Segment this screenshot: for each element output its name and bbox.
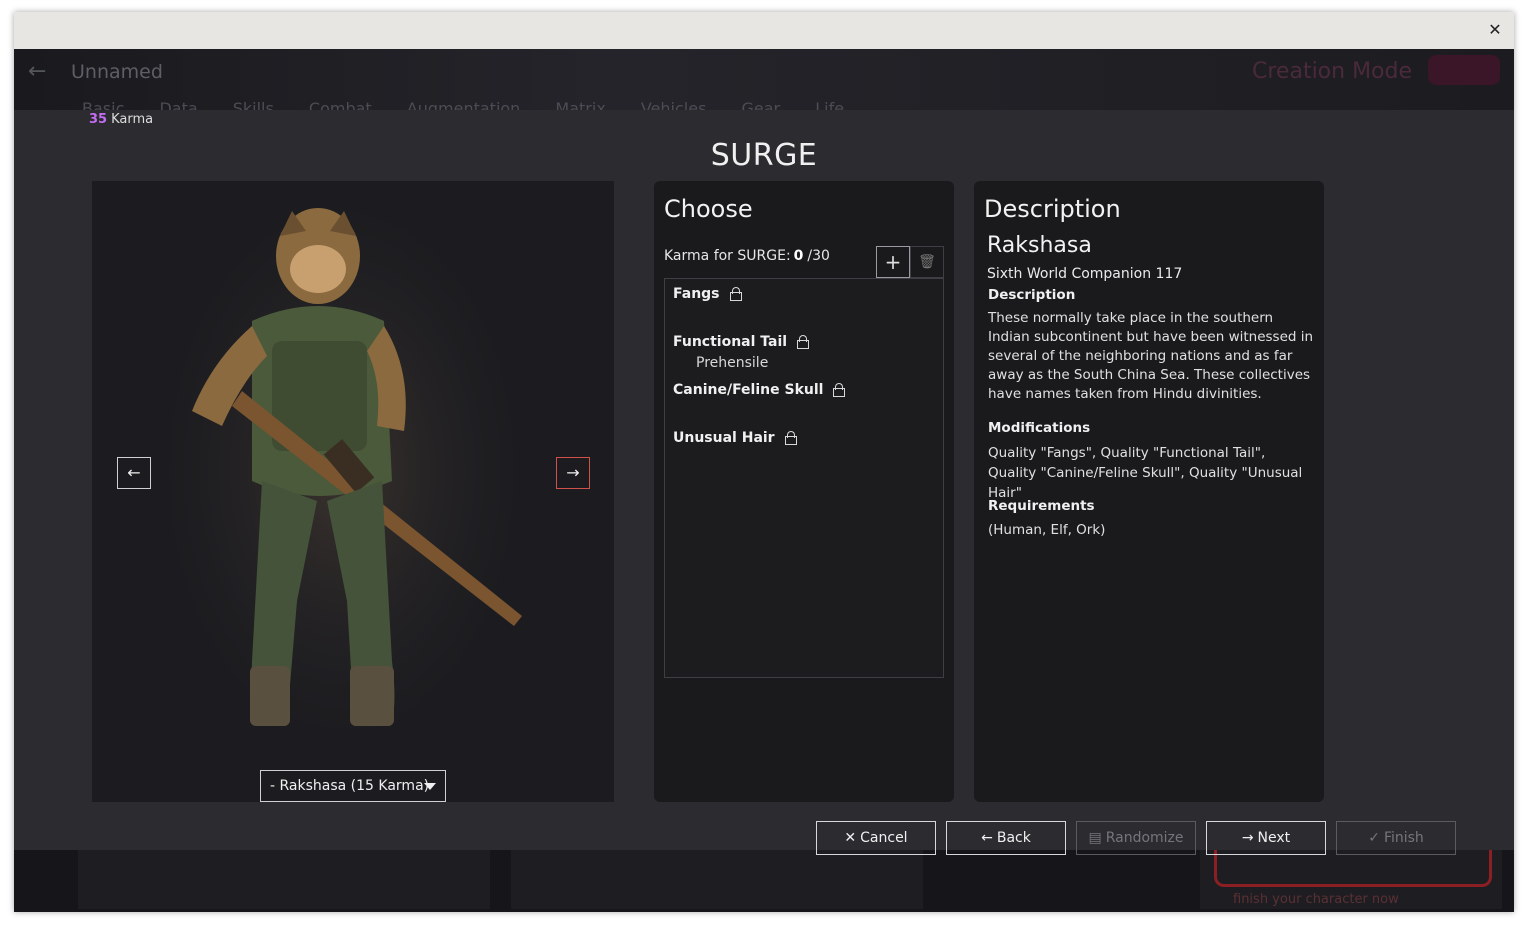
back-label: Back [996,830,1031,846]
cancel-button[interactable]: ✕ Cancel [816,821,936,855]
description-text: These normally take place in the souther… [988,310,1314,402]
randomize-label: Randomize [1105,830,1184,846]
variant-dropdown-value: - Rakshasa (15 Karma) [270,778,430,794]
quality-name: Canine/Feline Skull [673,382,824,398]
delete-quality-button[interactable]: 🗑 [910,246,944,278]
description-heading: Description [984,195,1121,223]
plus-icon: + [884,250,902,274]
trash-icon: 🗑 [918,254,936,270]
list-item[interactable]: Functional Tail [673,334,810,350]
next-variant-button[interactable]: → [556,457,590,489]
quality-list: Fangs Functional Tail Prehensile Canine/… [664,278,944,678]
lock-icon [729,287,742,301]
title-bar: ✕ [14,12,1514,49]
next-label: Next [1257,830,1291,846]
list-item[interactable]: Unusual Hair [673,430,797,446]
karma-value: 35 [89,112,108,127]
previous-variant-button[interactable]: ← [117,457,151,489]
randomize-button[interactable]: ▤ Randomize [1076,821,1196,855]
background-warning-text: finish your character now [1233,892,1399,907]
quality-option: Prehensile [696,355,769,371]
creation-mode-label: Creation Mode [1252,59,1413,84]
modifications-label: Modifications [988,420,1091,436]
lock-icon [784,431,797,445]
karma-counter: 35 Karma [89,112,153,127]
check-icon: ✓ [1368,830,1380,846]
requirements-text: (Human, Elf, Ork) [988,522,1106,538]
dice-icon: ▤ [1088,830,1102,846]
karma-max: /30 [807,248,830,264]
arrow-left-icon: ← [127,463,141,482]
back-arrow-icon: ← [28,59,47,84]
next-button[interactable]: → Next [1206,821,1326,855]
quality-name: Functional Tail [673,334,788,350]
arrow-right-icon: → [566,463,580,482]
metatype-image-panel: ← → - Rakshasa (15 Karma) [92,181,614,802]
background-card [511,849,923,909]
lock-icon [797,335,810,349]
character-name: Unnamed [71,61,163,83]
back-button[interactable]: ← Back [946,821,1066,855]
background-header: ← Unnamed Creation Mode Basic Data Skill… [14,49,1514,118]
choose-heading: Choose [664,195,753,223]
finish-button[interactable]: ✓ Finish [1336,821,1456,855]
description-panel: Description Rakshasa Sixth World Compani… [974,181,1324,802]
rakshasa-portrait [142,181,542,771]
quality-name: Fangs [673,286,720,302]
background-card [78,849,490,909]
add-quality-button[interactable]: + [876,246,910,278]
cancel-label: Cancel [860,830,908,846]
variant-dropdown[interactable]: - Rakshasa (15 Karma) [260,770,446,802]
source-reference: Sixth World Companion 117 [987,266,1183,282]
close-icon: ✕ [844,830,857,846]
karma-for-surge: Karma for SURGE: 0/30 [664,248,830,264]
metavariant-name: Rakshasa [987,233,1092,258]
chevron-down-icon [424,783,436,790]
mode-badge [1428,55,1500,85]
quality-name: Unusual Hair [673,430,775,446]
arrow-left-icon: ← [981,830,993,846]
arrow-right-icon: → [1241,830,1254,846]
app-window: ✕ ← Unnamed Creation Mode Basic Data Ski… [14,12,1514,912]
karma-label: Karma [111,112,154,127]
dialog-title: SURGE [710,138,818,173]
karma-for-surge-label: Karma for SURGE: [664,248,791,264]
karma-spent: 0 [793,248,804,264]
window-close-button[interactable]: ✕ [1486,21,1504,39]
lock-icon [833,383,846,397]
choose-panel: Choose Karma for SURGE: 0/30 + 🗑 Fangs Fu… [654,181,954,802]
description-label: Description [988,287,1076,303]
list-item[interactable]: Fangs [673,286,742,302]
modifications-text: Quality "Fangs", Quality "Functional Tai… [988,445,1303,501]
finish-label: Finish [1383,830,1424,846]
requirements-label: Requirements [988,498,1095,514]
list-item[interactable]: Canine/Feline Skull [673,382,846,398]
surge-dialog: 35 Karma SURGE ← → - Rakshasa (15 Karma)… [14,110,1514,855]
